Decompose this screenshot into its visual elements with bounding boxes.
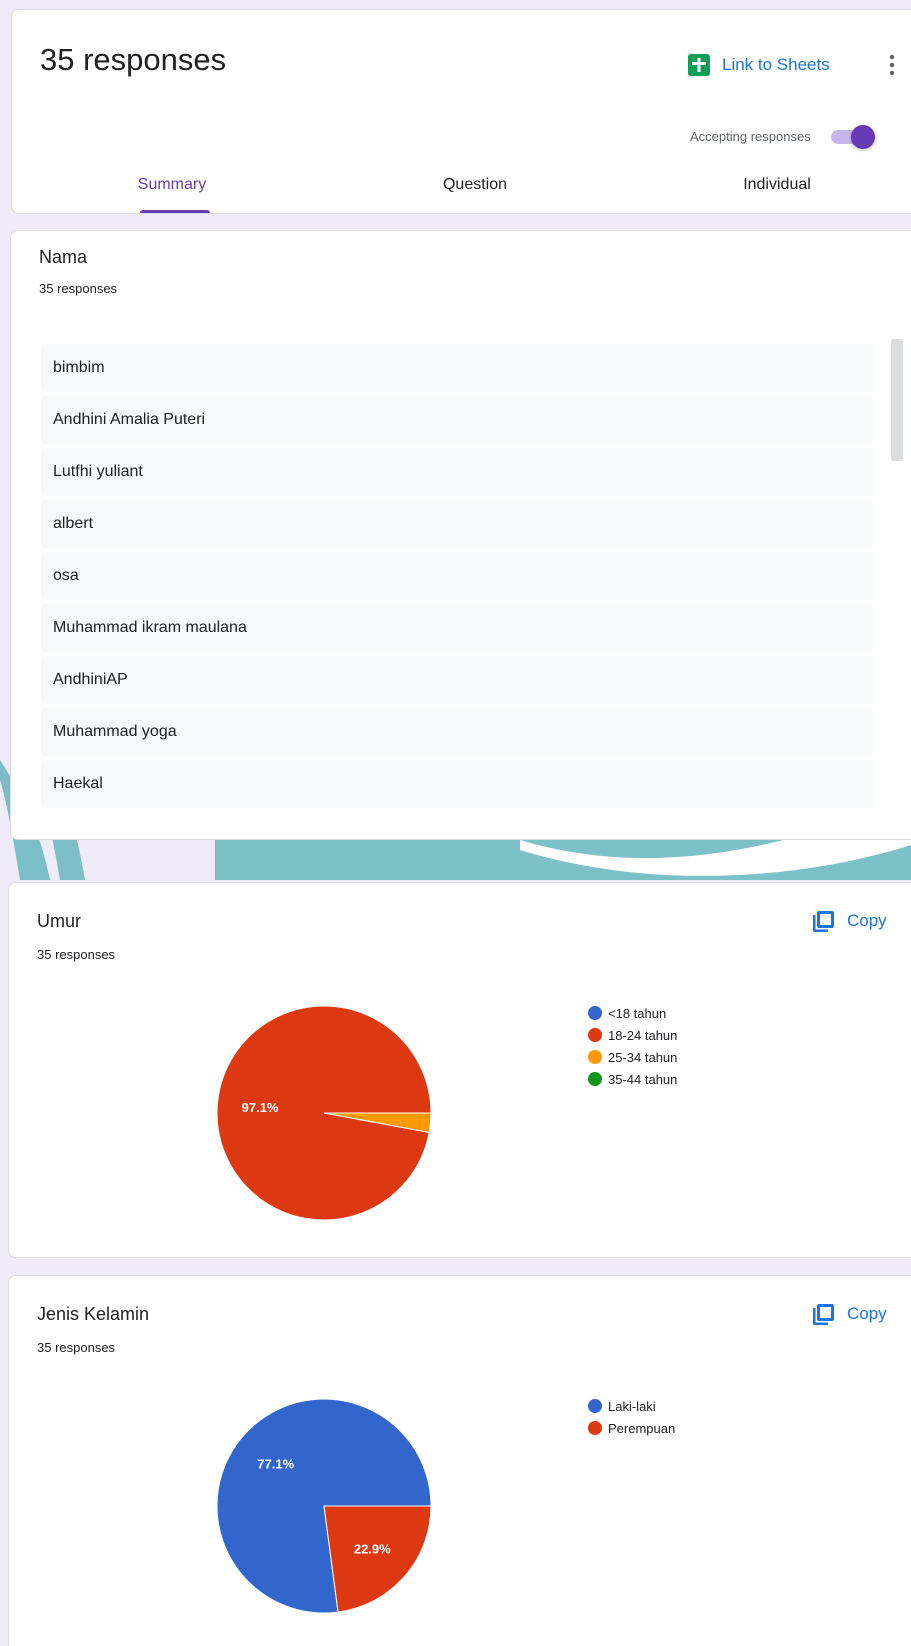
legend-swatch xyxy=(588,1050,602,1064)
response-list: bimbim Andhini Amalia Puteri Lutfhi yuli… xyxy=(41,344,873,812)
legend-swatch xyxy=(588,1399,602,1413)
link-to-sheets-label: Link to Sheets xyxy=(722,55,830,74)
legend-label: <18 tahun xyxy=(608,1005,667,1021)
question-response-count: 35 responses xyxy=(37,947,116,962)
toggle-thumb xyxy=(850,125,875,149)
tab-summary[interactable]: Summary xyxy=(117,176,227,194)
legend-swatch xyxy=(588,1028,602,1042)
accepting-responses-label: Accepting responses xyxy=(690,128,811,144)
list-item: AndhiniAP xyxy=(41,656,873,704)
legend-label: Perempuan xyxy=(608,1420,676,1436)
question-card-jenis-kelamin: Jenis Kelamin 35 responses Copy 77.1% 22.… xyxy=(8,1275,911,1646)
list-item: bimbim xyxy=(41,344,873,392)
list-item: Andhini Amalia Puteri xyxy=(41,396,873,444)
question-title: Jenis Kelamin xyxy=(37,1304,150,1324)
pie-slice-label: 77.1% xyxy=(257,1457,294,1472)
question-title: Umur xyxy=(37,911,81,931)
pie-slice-label: 97.1% xyxy=(242,1100,279,1115)
accepting-responses-row: Accepting responses xyxy=(690,124,875,149)
jenis-kelamin-pie-chart: 77.1% 22.9% xyxy=(216,1398,432,1614)
legend-swatch xyxy=(588,1072,602,1086)
legend-label: Laki-laki xyxy=(608,1398,656,1414)
question-card-nama: Nama 35 responses bimbim Andhini Amalia … xyxy=(10,230,911,840)
list-item: Muhammad ikram maulana xyxy=(41,604,873,652)
copy-chart-button[interactable]: Copy xyxy=(813,1302,887,1326)
list-item: osa xyxy=(41,552,873,600)
list-item: Haekal xyxy=(41,760,873,808)
copy-chart-button[interactable]: Copy xyxy=(813,909,887,933)
copy-icon xyxy=(813,1304,834,1325)
umur-pie-chart: 97.1% xyxy=(216,1005,432,1221)
tab-individual[interactable]: Individual xyxy=(722,176,832,194)
legend-swatch xyxy=(588,1006,602,1020)
legend-label: 25-34 tahun xyxy=(608,1049,678,1065)
accepting-responses-toggle[interactable] xyxy=(829,124,875,149)
question-title: Nama xyxy=(39,247,88,267)
sheets-icon xyxy=(688,54,710,76)
list-item: Muhammad yoga xyxy=(41,708,873,756)
legend-item[interactable]: Laki-laki xyxy=(588,1395,675,1417)
legend-item[interactable]: Perempuan xyxy=(588,1417,675,1439)
question-card-umur: Umur 35 responses Copy 97.1% <18 tahun 18… xyxy=(8,882,911,1258)
responses-header-card: 35 responses Link to Sheets Accepting re… xyxy=(11,9,911,214)
legend-label: 18-24 tahun xyxy=(608,1027,678,1043)
legend-item[interactable]: 18-24 tahun xyxy=(588,1024,677,1046)
copy-icon xyxy=(813,911,834,932)
question-response-count: 35 responses xyxy=(37,1340,116,1355)
legend-swatch xyxy=(588,1421,602,1435)
legend-item[interactable]: <18 tahun xyxy=(588,1002,677,1024)
question-response-count: 35 responses xyxy=(39,281,118,296)
link-to-sheets-button[interactable]: Link to Sheets xyxy=(688,54,830,76)
active-tab-indicator xyxy=(140,210,210,213)
copy-label: Copy xyxy=(847,911,887,930)
pie-slice-label: 22.9% xyxy=(354,1541,391,1556)
tab-question[interactable]: Question xyxy=(420,176,530,194)
jenis-kelamin-legend: Laki-laki Perempuan xyxy=(588,1395,675,1439)
umur-legend: <18 tahun 18-24 tahun 25-34 tahun 35-44 tah… xyxy=(588,1002,677,1090)
legend-item[interactable]: 25-34 tahun xyxy=(588,1046,677,1068)
more-options-icon[interactable] xyxy=(880,53,904,77)
copy-label: Copy xyxy=(847,1304,887,1323)
pie-slice-perempuan[interactable] xyxy=(323,1505,432,1613)
list-item: albert xyxy=(41,500,873,548)
list-item: Lutfhi yuliant xyxy=(41,448,873,496)
list-scrollbar[interactable] xyxy=(891,339,903,461)
legend-item[interactable]: 35-44 tahun xyxy=(588,1068,677,1090)
response-count-title: 35 responses xyxy=(40,42,227,77)
legend-label: 35-44 tahun xyxy=(608,1071,678,1087)
